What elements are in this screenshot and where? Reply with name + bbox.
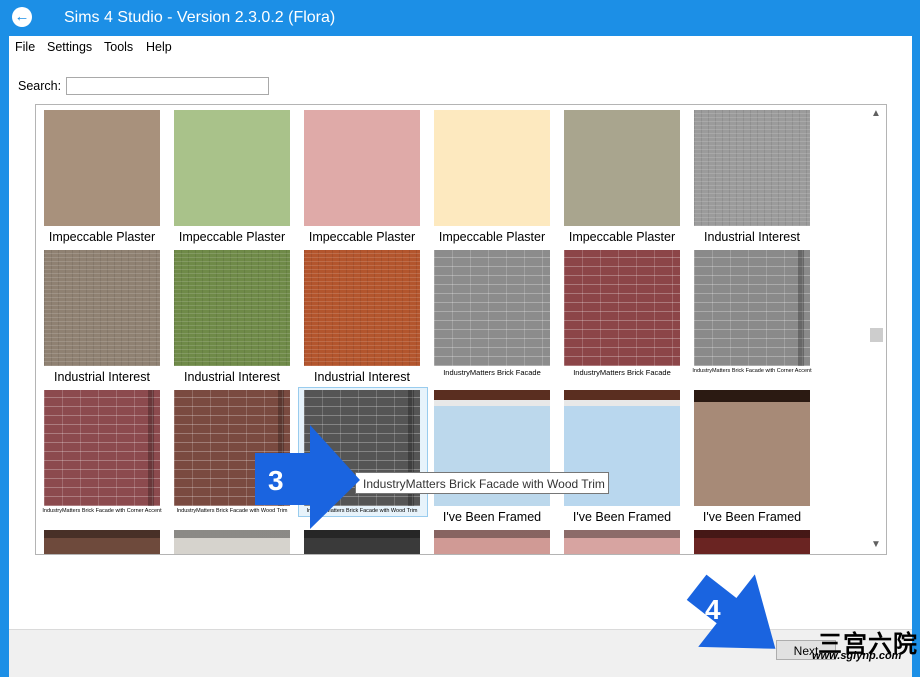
search-label: Search: <box>18 79 62 93</box>
catalog-tile[interactable]: Industrial Interest <box>694 110 810 250</box>
tile-swatch <box>564 110 680 226</box>
tile-swatch <box>174 250 290 366</box>
menu-tools[interactable]: Tools <box>104 40 133 54</box>
tile-label: Impeccable Plaster <box>568 230 676 244</box>
catalog-tile[interactable]: IndustryMatters Brick Facade with Corner… <box>42 390 162 530</box>
tile-label: Impeccable Plaster <box>48 230 156 244</box>
tile-swatch <box>174 110 290 226</box>
menu-settings[interactable]: Settings <box>47 40 92 54</box>
catalog-tile[interactable]: Impeccable Plaster <box>304 110 420 250</box>
catalog-tile[interactable]: I've Been Framed <box>694 390 810 530</box>
tile-swatch <box>304 250 420 366</box>
search-input[interactable] <box>66 77 269 95</box>
tile-swatch <box>694 250 810 366</box>
tile-trim <box>148 390 154 506</box>
catalog-tile[interactable]: I've Been Framed <box>564 390 680 530</box>
menu-help[interactable]: Help <box>146 40 172 54</box>
catalog-tile[interactable]: Impeccable Plaster <box>44 110 160 250</box>
scroll-thumb[interactable] <box>870 328 883 342</box>
tile-label: Impeccable Plaster <box>308 230 416 244</box>
annotation-step-3: 3 <box>268 465 284 496</box>
catalog-tile[interactable] <box>564 530 680 554</box>
tile-swatch <box>44 110 160 226</box>
tile-label: Industrial Interest <box>54 370 150 384</box>
annotation-arrow-4-icon <box>686 574 776 649</box>
tile-label: IndustryMatters Brick Facade <box>573 368 671 377</box>
back-button[interactable]: ← <box>12 7 32 27</box>
catalog-tile[interactable] <box>434 390 550 530</box>
vertical-scrollbar[interactable]: ▲ ▼ <box>867 106 885 553</box>
title-bar: ← Sims 4 Studio - Version 2.3.0.2 (Flora… <box>0 0 920 36</box>
catalog-tile[interactable] <box>304 530 420 554</box>
catalog-tile[interactable]: IndustryMatters Brick Facade <box>564 250 680 390</box>
catalog-tile[interactable] <box>44 530 160 554</box>
tile-swatch <box>44 250 160 366</box>
catalog-tile[interactable] <box>434 530 550 554</box>
scroll-up-icon[interactable]: ▲ <box>867 106 885 122</box>
tile-swatch <box>44 390 160 506</box>
tile-swatch <box>434 250 550 366</box>
tile-label: I've Been Framed <box>702 510 802 524</box>
tile-label: IndustryMatters Brick Facade with Corner… <box>42 508 162 514</box>
tile-swatch <box>434 110 550 226</box>
tile-swatch <box>564 530 680 554</box>
catalog-tile[interactable]: Impeccable Plaster <box>564 110 680 250</box>
watermark-url: www.sglynp.com <box>812 650 902 662</box>
menu-bar: File Settings Tools Help <box>9 36 912 58</box>
tile-swatch <box>44 530 160 554</box>
tile-label: Industrial Interest <box>314 370 410 384</box>
catalog-tile[interactable]: Impeccable Plaster <box>434 110 550 250</box>
catalog-tile[interactable]: IndustryMatters Brick Facade with Corner… <box>692 250 812 390</box>
tile-swatch <box>304 530 420 554</box>
tile-trim <box>798 250 804 366</box>
catalog-tile[interactable]: IndustryMatters Brick Facade <box>434 250 550 390</box>
scroll-down-icon[interactable]: ▼ <box>867 537 885 553</box>
catalog-tile[interactable]: Industrial Interest <box>44 250 160 390</box>
tile-swatch <box>694 110 810 226</box>
tile-swatch <box>304 110 420 226</box>
tile-swatch <box>694 530 810 554</box>
tile-label: Impeccable Plaster <box>178 230 286 244</box>
tile-label: IndustryMatters Brick Facade <box>443 368 541 377</box>
arrow-left-circle-icon: ← <box>14 8 30 25</box>
tile-label: I've Been Framed <box>572 510 672 524</box>
catalog-tile[interactable]: Industrial Interest <box>174 250 290 390</box>
tile-label: Impeccable Plaster <box>438 230 546 244</box>
main-window: ← Sims 4 Studio - Version 2.3.0.2 (Flora… <box>0 0 920 677</box>
catalog-tile[interactable]: Impeccable Plaster <box>174 110 290 250</box>
tile-label: IndustryMatters Brick Facade with Corner… <box>692 368 812 374</box>
tile-label: Industrial Interest <box>184 370 280 384</box>
tile-swatch <box>434 530 550 554</box>
annotation-step-4: 4 <box>705 594 721 625</box>
catalog-tile[interactable] <box>694 530 810 554</box>
tile-swatch <box>174 530 290 554</box>
catalog-tile[interactable]: Industrial Interest <box>304 250 420 390</box>
tile-label: I've Been Framed <box>442 510 542 524</box>
tile-swatch <box>564 250 680 366</box>
tile-swatch <box>694 390 810 506</box>
menu-file[interactable]: File <box>15 40 35 54</box>
tile-label: Industrial Interest <box>704 230 800 244</box>
tile-tooltip: IndustryMatters Brick Facade with Wood T… <box>355 472 609 494</box>
window-title: Sims 4 Studio - Version 2.3.0.2 (Flora) <box>64 9 336 26</box>
catalog-tile[interactable] <box>174 530 290 554</box>
